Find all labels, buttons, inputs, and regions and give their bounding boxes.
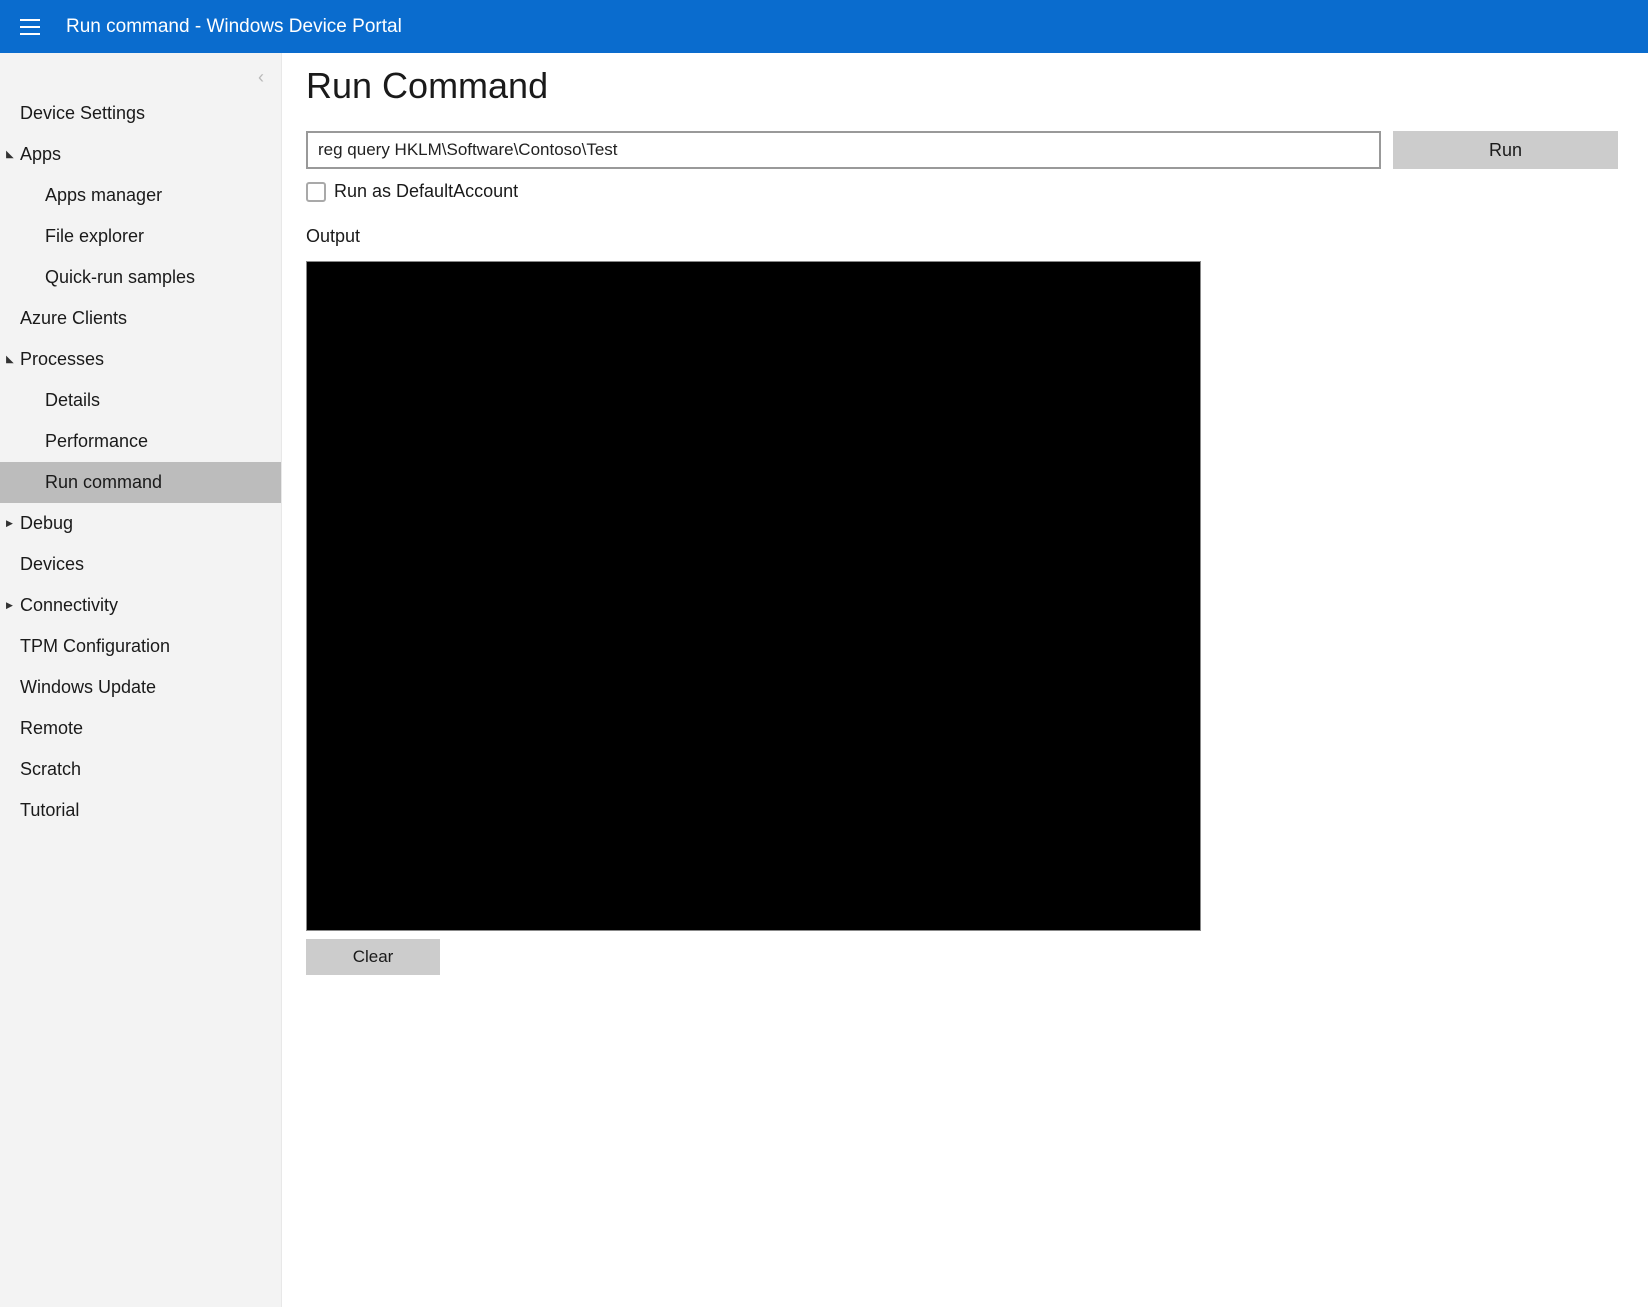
sidebar-item-windows-update[interactable]: Windows Update xyxy=(0,667,281,708)
sidebar-item-azure-clients[interactable]: Azure Clients xyxy=(0,298,281,339)
sidebar-item-quick-run-samples[interactable]: Quick-run samples xyxy=(0,257,281,298)
command-input[interactable] xyxy=(306,131,1381,169)
sidebar-item-label: Processes xyxy=(20,349,104,370)
sidebar-item-devices[interactable]: Devices xyxy=(0,544,281,585)
caret-right-icon: ▶ xyxy=(6,600,13,611)
sidebar-item-label: Debug xyxy=(20,513,73,534)
caret-down-icon: ◢ xyxy=(6,149,14,160)
sidebar-item-debug[interactable]: ▶ Debug xyxy=(0,503,281,544)
run-as-default-row: Run as DefaultAccount xyxy=(306,181,1618,202)
caret-down-icon: ◢ xyxy=(6,354,14,365)
sidebar-item-label: Remote xyxy=(20,718,83,739)
sidebar: ‹ Device Settings ◢ Apps Apps manager File e… xyxy=(0,53,282,1307)
main-content: Run Command Run Run as DefaultAccount Ou… xyxy=(282,53,1648,1307)
caret-right-icon: ▶ xyxy=(6,518,13,529)
header-title: Run command - Windows Device Portal xyxy=(66,16,402,38)
sidebar-item-performance[interactable]: Performance xyxy=(0,421,281,462)
sidebar-item-apps-manager[interactable]: Apps manager xyxy=(0,175,281,216)
sidebar-item-device-settings[interactable]: Device Settings xyxy=(0,93,281,134)
header-bar: Run command - Windows Device Portal xyxy=(0,0,1648,53)
sidebar-item-label: Apps xyxy=(20,144,61,165)
sidebar-item-details[interactable]: Details xyxy=(0,380,281,421)
sidebar-item-label: Tutorial xyxy=(20,800,79,821)
sidebar-item-processes[interactable]: ◢ Processes xyxy=(0,339,281,380)
sidebar-item-label: Azure Clients xyxy=(20,308,127,329)
sidebar-item-label: File explorer xyxy=(45,226,144,247)
sidebar-item-label: Performance xyxy=(45,431,148,452)
sidebar-item-tutorial[interactable]: Tutorial xyxy=(0,790,281,831)
sidebar-item-tpm-configuration[interactable]: TPM Configuration xyxy=(0,626,281,667)
sidebar-item-label: Device Settings xyxy=(20,103,145,124)
output-label: Output xyxy=(306,226,1618,247)
sidebar-item-scratch[interactable]: Scratch xyxy=(0,749,281,790)
run-as-default-checkbox[interactable] xyxy=(306,182,326,202)
sidebar-item-label: Details xyxy=(45,390,100,411)
sidebar-item-label: Run command xyxy=(45,472,162,493)
sidebar-collapse-icon[interactable]: ‹ xyxy=(251,67,271,87)
sidebar-item-label: TPM Configuration xyxy=(20,636,170,657)
run-as-default-label[interactable]: Run as DefaultAccount xyxy=(334,181,518,202)
hamburger-menu-icon[interactable] xyxy=(20,15,44,39)
sidebar-item-remote[interactable]: Remote xyxy=(0,708,281,749)
sidebar-item-label: Apps manager xyxy=(45,185,162,206)
sidebar-item-label: Devices xyxy=(20,554,84,575)
sidebar-item-label: Connectivity xyxy=(20,595,118,616)
clear-button[interactable]: Clear xyxy=(306,939,440,975)
sidebar-item-run-command[interactable]: Run command xyxy=(0,462,281,503)
sidebar-item-label: Scratch xyxy=(20,759,81,780)
output-console[interactable] xyxy=(306,261,1201,931)
sidebar-item-label: Quick-run samples xyxy=(45,267,195,288)
sidebar-item-connectivity[interactable]: ▶ Connectivity xyxy=(0,585,281,626)
sidebar-item-apps[interactable]: ◢ Apps xyxy=(0,134,281,175)
body-area: ‹ Device Settings ◢ Apps Apps manager File e… xyxy=(0,53,1648,1307)
command-row: Run xyxy=(306,131,1618,169)
run-button[interactable]: Run xyxy=(1393,131,1618,169)
sidebar-item-file-explorer[interactable]: File explorer xyxy=(0,216,281,257)
sidebar-item-label: Windows Update xyxy=(20,677,156,698)
page-title: Run Command xyxy=(306,65,1618,107)
